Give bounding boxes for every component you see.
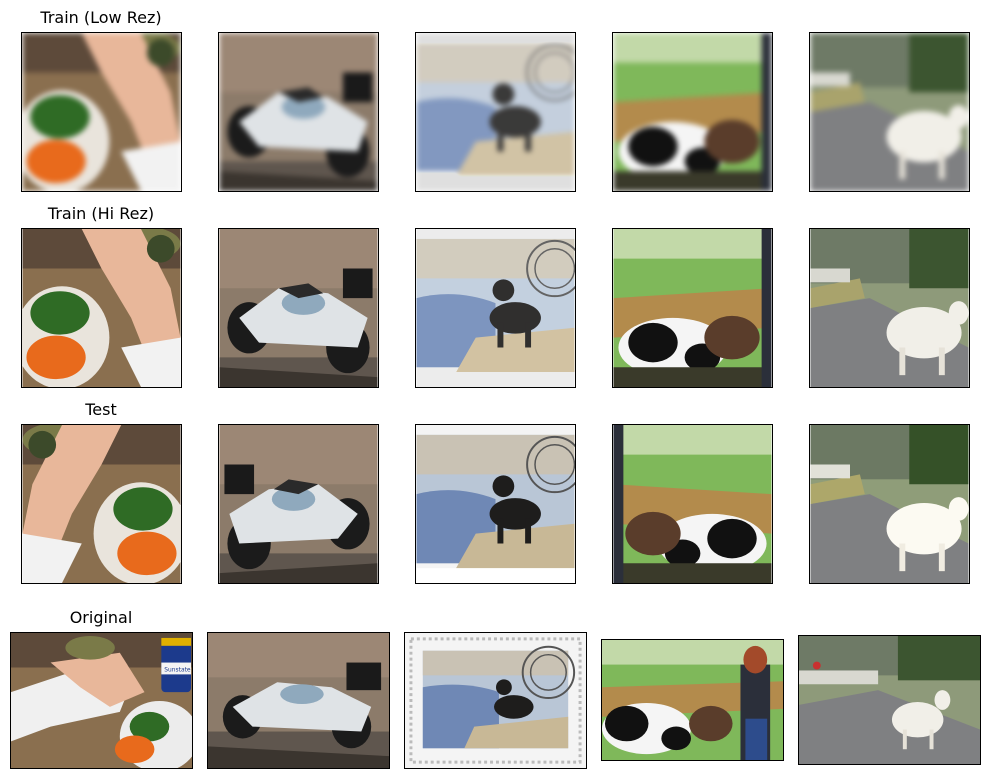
original-image-2 [207, 632, 390, 769]
train-hi-rez-image-3 [415, 228, 576, 388]
test-image-4 [612, 424, 773, 584]
train-low-rez-image-1 [21, 32, 182, 192]
train-low-rez-image-2 [218, 32, 379, 192]
train-low-rez-image-3 [415, 32, 576, 192]
train-hi-rez-image-1 [21, 228, 182, 388]
original-image-1: Sunstate [10, 632, 193, 769]
train-hi-rez-image-2 [218, 228, 379, 388]
row-title-original: Original [69, 608, 133, 627]
test-image-5 [809, 424, 970, 584]
train-low-rez-image-5 [809, 32, 970, 192]
test-image-3 [415, 424, 576, 584]
train-hi-rez-image-4 [612, 228, 773, 388]
train-hi-rez-image-5 [809, 228, 970, 388]
row-title-test: Test [85, 400, 117, 419]
original-image-5 [798, 635, 981, 765]
original-image-3 [404, 632, 587, 769]
original-image-4 [601, 639, 784, 761]
jar-label-text: Sunstate [164, 667, 191, 673]
row-title-train-low-rez: Train (Low Rez) [40, 8, 162, 27]
train-low-rez-image-4 [612, 32, 773, 192]
test-image-2 [218, 424, 379, 584]
test-image-1 [21, 424, 182, 584]
row-title-train-hi-rez: Train (Hi Rez) [47, 204, 155, 223]
